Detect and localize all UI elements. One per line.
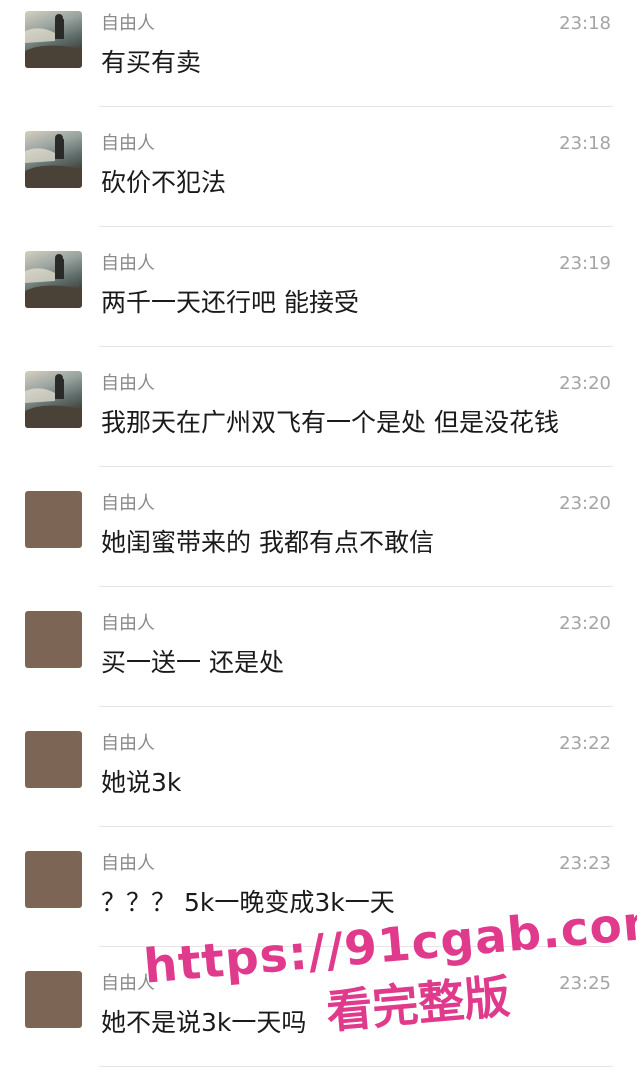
sender-name: 自由人 bbox=[101, 613, 155, 634]
message-time: 23:20 bbox=[559, 613, 611, 634]
message-text: 两千一天还行吧 能接受 bbox=[101, 288, 359, 317]
avatar[interactable] bbox=[25, 851, 82, 908]
message-item[interactable]: 自由人 23:20 她闺蜜带来的 我都有点不敢信 bbox=[0, 480, 637, 600]
message-item[interactable]: 自由人 23:19 两千一天还行吧 能接受 bbox=[0, 240, 637, 360]
sender-name: 自由人 bbox=[101, 973, 155, 994]
divider bbox=[99, 346, 613, 347]
message-item[interactable]: 自由人 23:20 我那天在广州双飞有一个是处 但是没花钱 bbox=[0, 360, 637, 480]
divider bbox=[99, 706, 613, 707]
chat-message-list: 自由人 23:18 有买有卖 自由人 23:18 砍价不犯法 自由人 23:19… bbox=[0, 0, 637, 1067]
divider bbox=[99, 586, 613, 587]
avatar[interactable] bbox=[25, 371, 82, 428]
avatar[interactable] bbox=[25, 11, 82, 68]
avatar[interactable] bbox=[25, 491, 82, 548]
message-text: ？？？ 5k一晚变成3k一天 bbox=[101, 888, 395, 917]
message-text: 她说3k bbox=[101, 768, 182, 797]
sender-name: 自由人 bbox=[101, 853, 155, 874]
divider bbox=[99, 226, 613, 227]
person-photo-icon bbox=[25, 374, 82, 428]
message-text: 她闺蜜带来的 我都有点不敢信 bbox=[101, 528, 434, 557]
message-item[interactable]: 自由人 23:25 她不是说3k一天吗 bbox=[0, 960, 637, 1080]
message-time: 23:20 bbox=[559, 493, 611, 514]
message-time: 23:19 bbox=[559, 253, 611, 274]
message-time: 23:18 bbox=[559, 13, 611, 34]
message-item[interactable]: 自由人 23:22 她说3k bbox=[0, 720, 637, 840]
message-text: 我那天在广州双飞有一个是处 但是没花钱 bbox=[101, 408, 559, 437]
message-text: 砍价不犯法 bbox=[101, 168, 227, 197]
message-item[interactable]: 自由人 23:18 有买有卖 bbox=[0, 0, 637, 120]
person-photo-icon bbox=[25, 14, 82, 68]
message-item[interactable]: 自由人 23:20 买一送一 还是处 bbox=[0, 600, 637, 720]
message-item[interactable]: 自由人 23:23 ？？？ 5k一晚变成3k一天 bbox=[0, 840, 637, 960]
person-photo-icon bbox=[25, 254, 82, 308]
sender-name: 自由人 bbox=[101, 493, 155, 514]
sender-name: 自由人 bbox=[101, 373, 155, 394]
message-time: 23:23 bbox=[559, 853, 611, 874]
message-item[interactable]: 自由人 23:18 砍价不犯法 bbox=[0, 120, 637, 240]
message-time: 23:22 bbox=[559, 733, 611, 754]
sender-name: 自由人 bbox=[101, 733, 155, 754]
avatar[interactable] bbox=[25, 971, 82, 1028]
message-time: 23:20 bbox=[559, 373, 611, 394]
message-time: 23:18 bbox=[559, 133, 611, 154]
sender-name: 自由人 bbox=[101, 253, 155, 274]
sender-name: 自由人 bbox=[101, 13, 155, 34]
divider bbox=[99, 826, 613, 827]
avatar[interactable] bbox=[25, 251, 82, 308]
message-text: 有买有卖 bbox=[101, 48, 202, 77]
sender-name: 自由人 bbox=[101, 133, 155, 154]
person-photo-icon bbox=[25, 134, 82, 188]
divider bbox=[99, 946, 613, 947]
avatar[interactable] bbox=[25, 131, 82, 188]
avatar[interactable] bbox=[25, 731, 82, 788]
message-time: 23:25 bbox=[559, 973, 611, 994]
avatar[interactable] bbox=[25, 611, 82, 668]
divider bbox=[99, 106, 613, 107]
divider bbox=[99, 466, 613, 467]
message-text: 买一送一 还是处 bbox=[101, 648, 284, 677]
message-text: 她不是说3k一天吗 bbox=[101, 1008, 307, 1037]
